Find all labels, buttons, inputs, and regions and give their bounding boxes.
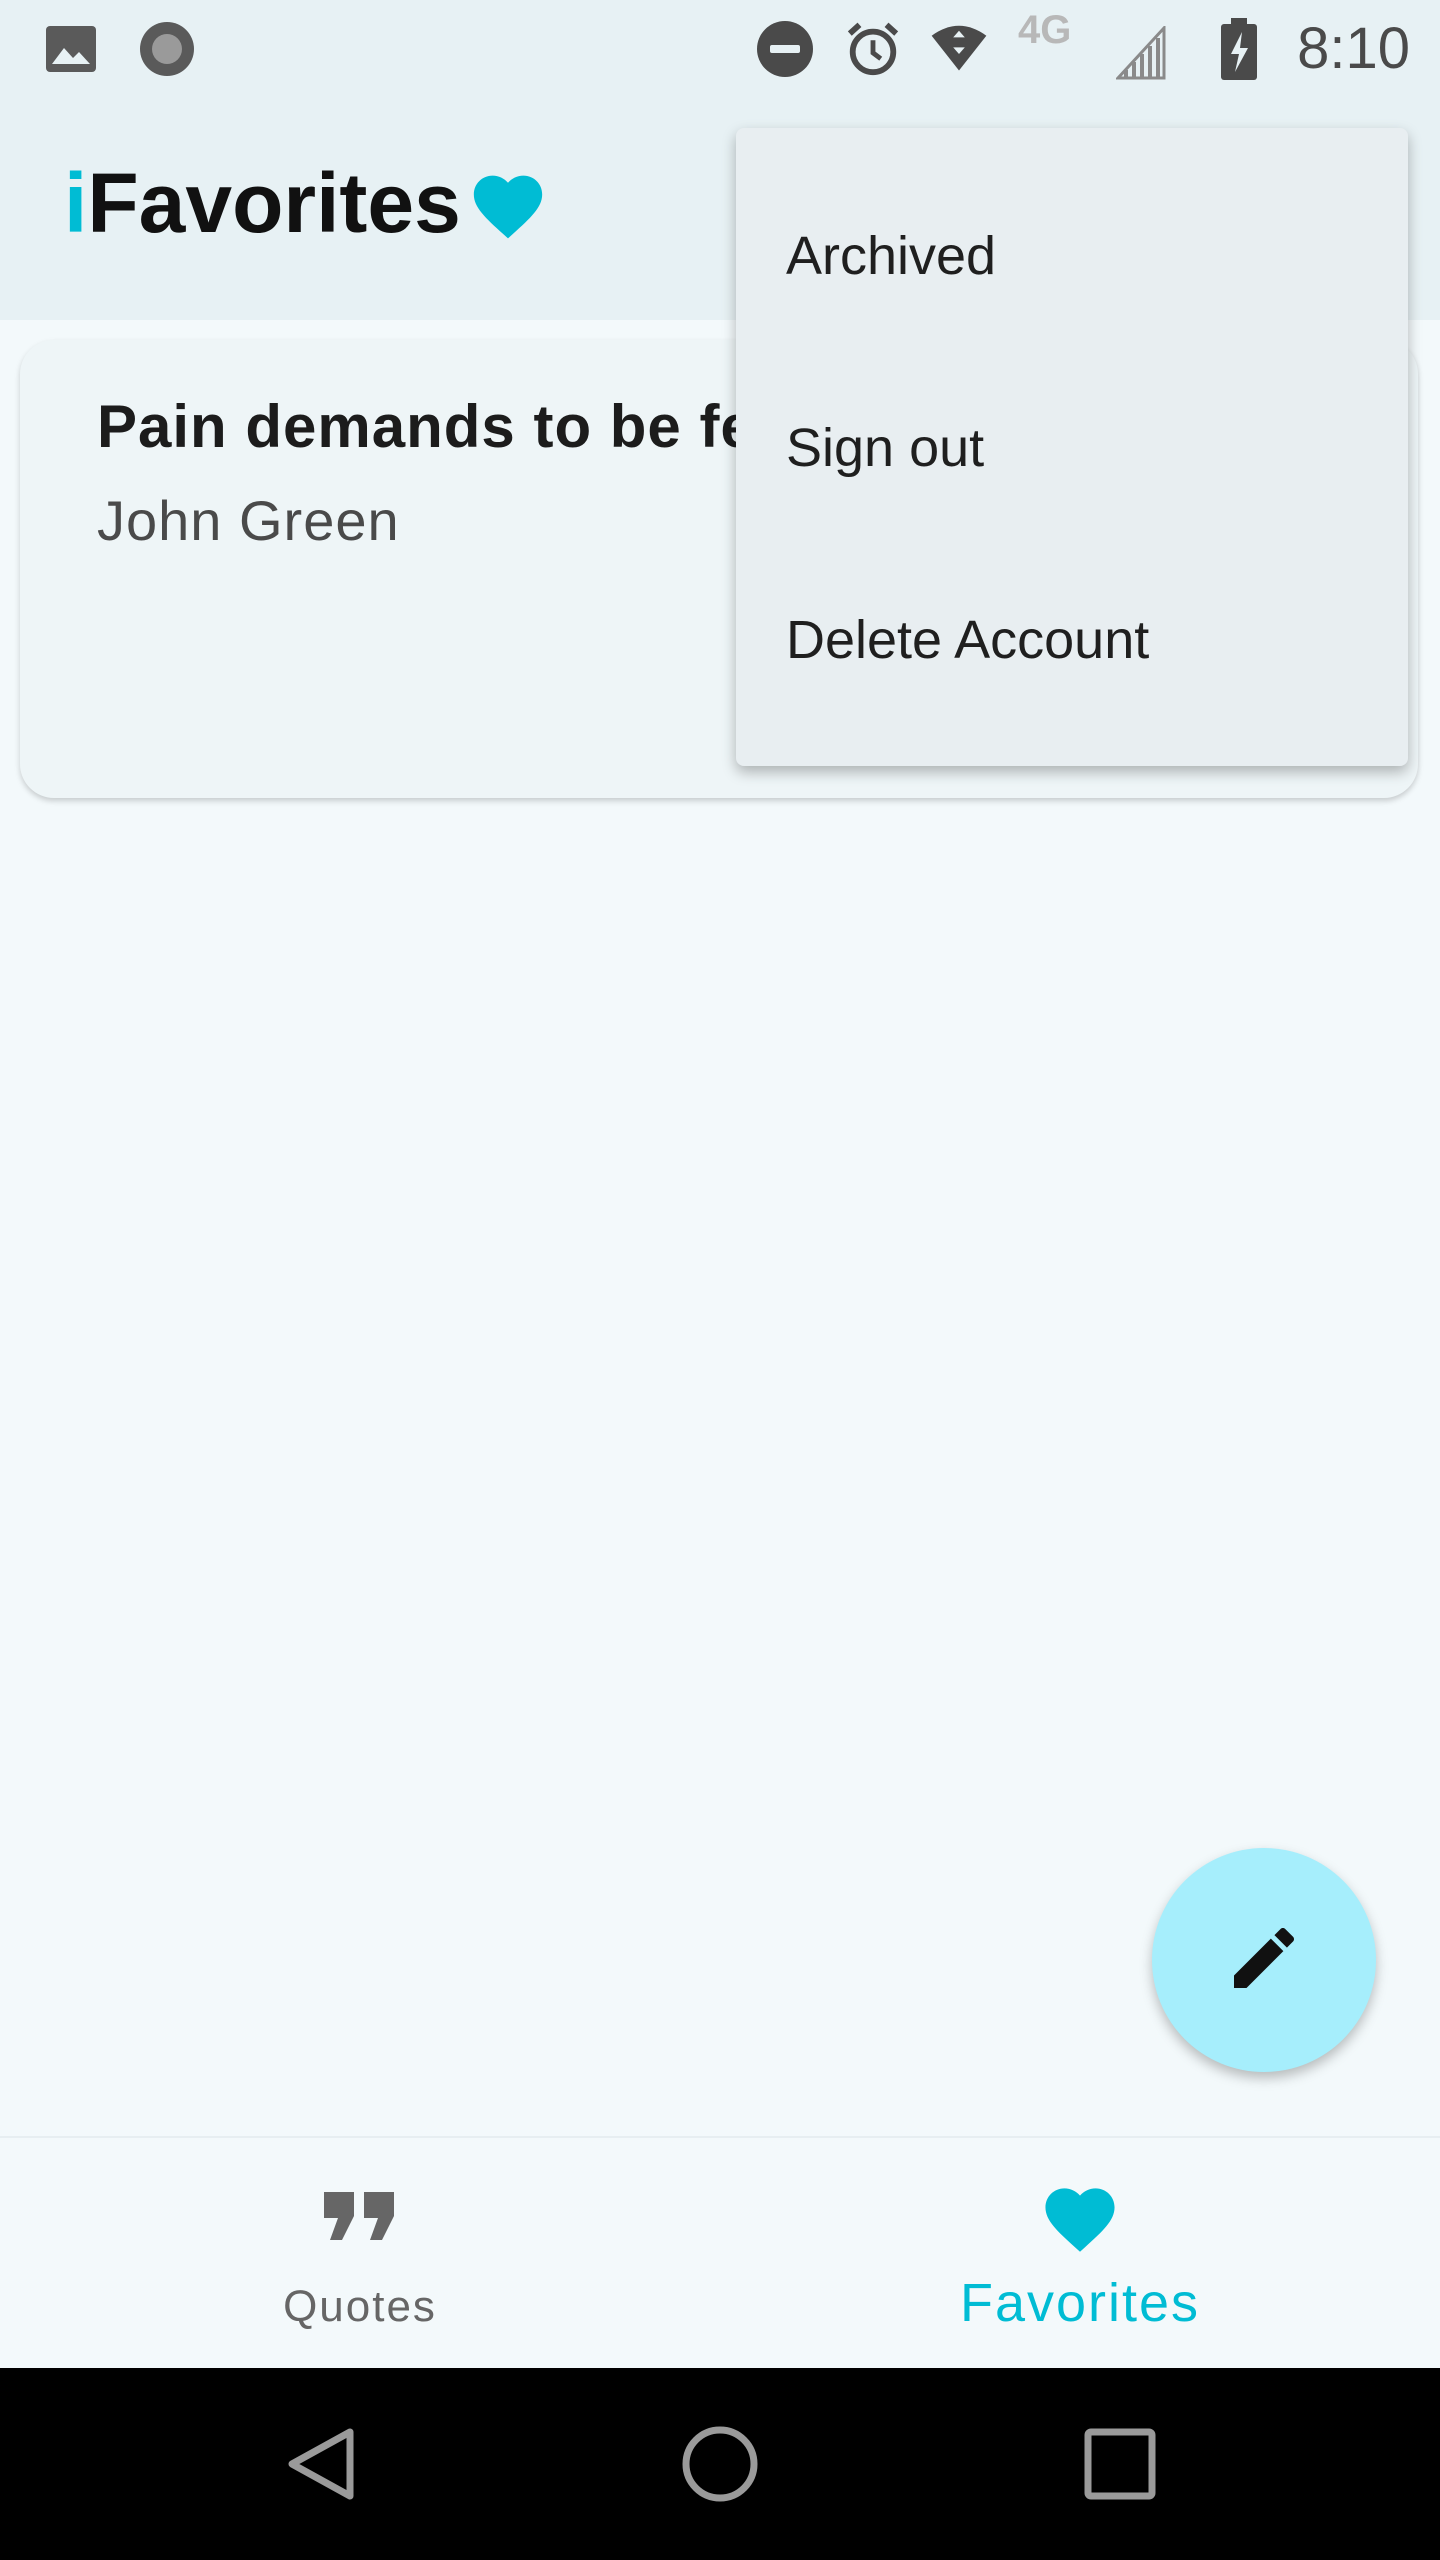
home-icon[interactable] bbox=[680, 2424, 760, 2504]
heart-icon bbox=[467, 165, 549, 241]
pencil-icon bbox=[1224, 1918, 1304, 2003]
quote-text: Pain demands to be felt. bbox=[97, 393, 812, 460]
recents-icon[interactable] bbox=[1080, 2424, 1160, 2504]
overflow-menu: Archived Sign out Delete Account bbox=[736, 128, 1408, 766]
status-bar: 4G 8:10 bbox=[0, 0, 1440, 98]
back-icon[interactable] bbox=[282, 2424, 362, 2504]
status-time: 8:10 bbox=[1297, 16, 1410, 81]
battery-charging-icon bbox=[1210, 18, 1268, 80]
image-icon bbox=[42, 20, 100, 78]
app-title: i Favorites bbox=[64, 158, 549, 248]
quote-icon bbox=[320, 2188, 400, 2249]
nav-label-favorites: Favorites bbox=[959, 2273, 1201, 2333]
menu-item-archived[interactable]: Archived bbox=[786, 224, 996, 288]
quote-author: John Green bbox=[97, 489, 400, 552]
bottom-nav: Quotes Favorites bbox=[0, 2136, 1440, 2370]
record-icon bbox=[138, 20, 196, 78]
menu-item-delete-account[interactable]: Delete Account bbox=[786, 608, 1149, 672]
heart-icon bbox=[1038, 2178, 1122, 2259]
app-title-accent: i bbox=[64, 156, 88, 250]
system-nav-bar bbox=[0, 2368, 1440, 2560]
app-title-text: Favorites bbox=[87, 156, 461, 250]
nav-label-quotes: Quotes bbox=[283, 2282, 437, 2331]
menu-item-sign-out[interactable]: Sign out bbox=[786, 416, 984, 480]
network-type-label: 4G bbox=[1018, 8, 1072, 52]
nav-item-favorites[interactable]: Favorites bbox=[720, 2138, 1440, 2370]
signal-icon bbox=[1112, 24, 1170, 82]
alarm-icon bbox=[844, 20, 902, 78]
screen: 4G 8:10 i Favorites Pain demands to be fe… bbox=[0, 0, 1440, 2560]
dnd-icon bbox=[756, 20, 814, 78]
wifi-icon bbox=[930, 20, 988, 78]
edit-fab-button[interactable] bbox=[1152, 1848, 1376, 2072]
nav-item-quotes[interactable]: Quotes bbox=[0, 2138, 720, 2370]
